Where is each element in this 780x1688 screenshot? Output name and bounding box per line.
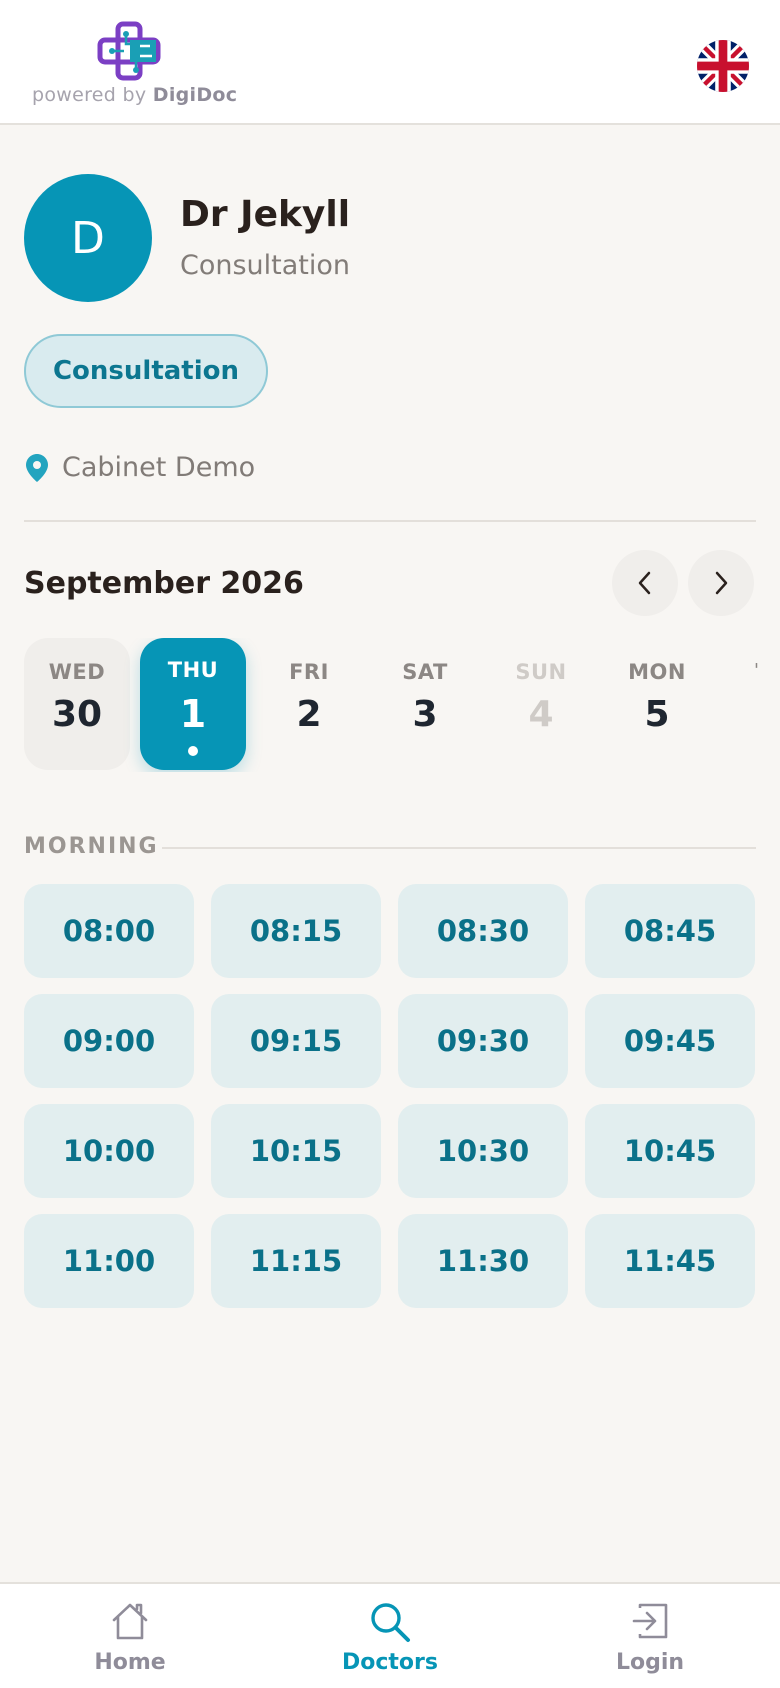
avatar-initial: D	[71, 212, 105, 264]
consultation-type-button[interactable]: Consultation	[24, 334, 268, 408]
doctor-specialty: Consultation	[180, 250, 351, 281]
uk-flag-icon[interactable]	[697, 40, 749, 92]
chevron-right-icon	[715, 571, 728, 595]
time-slot[interactable]: 08:00	[24, 884, 194, 978]
calendar-month-label: September 2026	[24, 566, 304, 601]
day-of-week: WED	[48, 660, 106, 684]
digidoc-logo[interactable]: powered by DigiDoc	[32, 18, 237, 108]
search-icon	[371, 1603, 410, 1642]
chevron-left-icon	[638, 571, 651, 595]
bottom-navigation: Home Doctors Login	[0, 1582, 780, 1688]
time-slot[interactable]: 08:30	[398, 884, 568, 978]
nav-login-label: Login	[615, 1650, 685, 1675]
nav-doctors[interactable]: Doctors	[310, 1584, 470, 1688]
day-fri-2[interactable]: FRI 2	[256, 638, 362, 770]
medical-cross-logo-icon	[97, 21, 161, 81]
day-number: 5	[644, 694, 670, 735]
day-number: 4	[528, 694, 554, 735]
app-header: powered by DigiDoc	[0, 0, 780, 125]
day-of-week: FRI	[289, 660, 329, 684]
morning-section-label: MORNING	[24, 834, 159, 859]
time-slot[interactable]: 10:15	[211, 1104, 381, 1198]
day-mon-5[interactable]: MON 5	[604, 638, 710, 770]
nav-home-label: Home	[94, 1650, 166, 1675]
doctor-name: Dr Jekyll	[180, 194, 351, 235]
day-number: 2	[296, 694, 322, 735]
day-of-week: SAT	[402, 660, 448, 684]
nav-home[interactable]: Home	[50, 1584, 210, 1688]
more-days-indicator: '	[754, 660, 759, 681]
doctor-avatar: D	[24, 174, 152, 302]
time-slot[interactable]: 11:45	[585, 1214, 755, 1308]
day-wed-30[interactable]: WED 30	[24, 638, 130, 770]
time-slot[interactable]: 09:00	[24, 994, 194, 1088]
time-slot[interactable]: 11:30	[398, 1214, 568, 1308]
powered-by-text: powered by DigiDoc	[32, 84, 238, 106]
time-slot[interactable]: 10:30	[398, 1104, 568, 1198]
nav-login[interactable]: Login	[570, 1584, 730, 1688]
day-thu-1-selected[interactable]: THU 1	[140, 638, 246, 770]
day-number: 30	[51, 694, 103, 735]
time-slot[interactable]: 10:45	[585, 1104, 755, 1198]
day-of-week: MON	[628, 660, 686, 684]
section-divider	[24, 520, 756, 522]
day-number: 1	[179, 692, 207, 736]
home-icon	[112, 1603, 148, 1640]
section-divider	[162, 847, 756, 849]
time-slot[interactable]: 08:15	[211, 884, 381, 978]
time-slot[interactable]: 09:15	[211, 994, 381, 1088]
availability-dot	[188, 746, 198, 756]
time-slot[interactable]: 08:45	[585, 884, 755, 978]
day-sat-3[interactable]: SAT 3	[372, 638, 478, 770]
nav-doctors-label: Doctors	[342, 1650, 438, 1675]
day-sun-4-disabled: SUN 4	[488, 638, 594, 770]
day-number: 3	[412, 694, 438, 735]
login-icon	[632, 1603, 668, 1639]
time-slot[interactable]: 11:15	[211, 1214, 381, 1308]
time-slot[interactable]: 10:00	[24, 1104, 194, 1198]
time-slot[interactable]: 11:00	[24, 1214, 194, 1308]
clinic-location: Cabinet Demo	[62, 452, 256, 483]
day-of-week: THU	[167, 658, 219, 682]
day-selector-strip: WED 30 THU 1 FRI 2 SAT 3 SUN 4 MON 5	[24, 638, 764, 772]
time-slot[interactable]: 09:45	[585, 994, 755, 1088]
location-pin-icon	[26, 454, 48, 482]
previous-week-button[interactable]	[612, 550, 678, 616]
day-of-week: SUN	[515, 660, 567, 684]
next-week-button[interactable]	[688, 550, 754, 616]
time-slot[interactable]: 09:30	[398, 994, 568, 1088]
